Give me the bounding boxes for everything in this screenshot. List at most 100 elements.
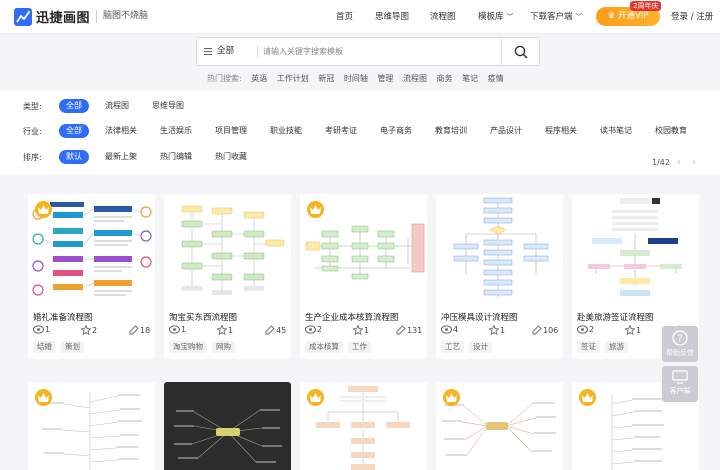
client-download-label: 客户端: [669, 387, 691, 395]
filter-type-flowchart[interactable]: 流程图: [98, 99, 136, 113]
top-header: 迅捷画图 脑图不烧脑 首页 思维导图 流程图 模板库 ﹀ 下载客户端 ﹀ ♛ 开…: [0, 0, 720, 34]
search-button[interactable]: [501, 38, 539, 65]
hot-keyword[interactable]: 英语: [251, 74, 267, 83]
views-stat: 2: [577, 325, 594, 334]
divider: [257, 45, 258, 58]
views-count: 2: [317, 325, 323, 334]
hot-keyword[interactable]: 工作计划: [277, 74, 309, 83]
likes-count: 1: [636, 326, 642, 335]
template-title: 生产企业成本核算流程图: [305, 313, 399, 323]
hot-search-label: 热门搜索:: [207, 74, 242, 83]
next-page-icon[interactable]: ›: [688, 156, 700, 169]
hot-keyword[interactable]: 时间轴: [344, 74, 368, 83]
likes-count: 1: [500, 326, 506, 335]
template-tag[interactable]: 结婚: [33, 341, 56, 353]
filter-type-mindmap[interactable]: 思维导图: [145, 99, 191, 113]
edits-count: 106: [543, 326, 559, 335]
star-icon: [352, 324, 364, 336]
edits-stat: 106: [532, 325, 558, 335]
views-stat: 4: [441, 325, 458, 334]
filter-type-label: 类型:: [23, 101, 42, 111]
hot-keyword[interactable]: 笔记: [462, 74, 478, 83]
filter-industry-ecommerce[interactable]: 电子商务: [373, 124, 419, 138]
filter-industry-law[interactable]: 法律相关: [98, 124, 144, 138]
hot-keyword[interactable]: 新冠: [318, 74, 334, 83]
template-tag[interactable]: 工作: [348, 341, 371, 353]
template-card[interactable]: [164, 382, 291, 470]
nav-download-label: 下载客户端: [530, 12, 573, 22]
brand-slogan: 脑图不烧脑: [96, 10, 148, 23]
filter-industry-all[interactable]: 全部: [59, 124, 89, 138]
filter-industry-pm[interactable]: 项目管理: [208, 124, 254, 138]
help-icon: ?: [672, 330, 688, 346]
template-card[interactable]: [28, 382, 155, 470]
template-card[interactable]: 生产企业成本核算流程图 2 1 131 成本核算 工作: [300, 194, 427, 359]
template-tag[interactable]: 淘宝购物: [169, 341, 207, 353]
template-card[interactable]: [436, 382, 563, 470]
filter-industry-career[interactable]: 职业技能: [263, 124, 309, 138]
template-stats: 2 1 131: [305, 324, 423, 336]
premium-crown-icon: [307, 389, 324, 406]
template-card[interactable]: 婚礼准备流程图 1 2 18 结婚 策划: [28, 194, 155, 359]
sort-default[interactable]: 默认: [59, 150, 89, 164]
template-thumbnail: [572, 194, 699, 306]
sort-hot-edit[interactable]: 热门编辑: [153, 150, 199, 164]
filter-industry-exam[interactable]: 考研考证: [318, 124, 364, 138]
prev-page-icon[interactable]: ‹: [673, 156, 685, 169]
premium-crown-icon: [35, 389, 52, 406]
hot-keyword[interactable]: 管理: [377, 74, 393, 83]
filter-industry-programming[interactable]: 程序相关: [538, 124, 584, 138]
sort-newest[interactable]: 最新上架: [98, 150, 144, 164]
nav-flowchart[interactable]: 流程图: [430, 10, 456, 22]
search-input[interactable]: [263, 42, 501, 61]
sort-hot-fav[interactable]: 热门收藏: [208, 150, 254, 164]
views-stat: 1: [169, 325, 186, 334]
template-tag[interactable]: 签证: [577, 341, 600, 353]
eye-icon: [305, 325, 316, 334]
template-tag[interactable]: 成本核算: [305, 341, 343, 353]
filter-industry-education[interactable]: 教育培训: [428, 124, 474, 138]
filter-industry-life[interactable]: 生活娱乐: [153, 124, 199, 138]
filter-industry-campus[interactable]: 校园教育: [648, 124, 694, 138]
search-category-select[interactable]: 全部: [197, 38, 257, 65]
template-tags: 结婚 策划: [33, 341, 89, 353]
filter-industry-reading[interactable]: 读书笔记: [593, 124, 639, 138]
template-tag[interactable]: 工艺: [441, 341, 464, 353]
hot-keyword[interactable]: 流程图: [403, 74, 427, 83]
template-card[interactable]: [300, 382, 427, 470]
edits-count: 45: [276, 326, 287, 335]
help-feedback-button[interactable]: ? 帮助反馈: [662, 326, 698, 362]
template-tag[interactable]: 策划: [61, 341, 84, 353]
login-register-link[interactable]: 登录 / 注册: [671, 10, 713, 22]
edits-stat: 18: [129, 325, 150, 335]
client-download-button[interactable]: 客户端: [662, 366, 698, 402]
filter-industry-product[interactable]: 产品设计: [483, 124, 529, 138]
logo[interactable]: 迅捷画图: [14, 7, 90, 26]
likes-stat: 1: [624, 324, 642, 336]
eye-icon: [577, 325, 588, 334]
brand-name: 迅捷画图: [36, 11, 91, 26]
filter-sort-label: 排序:: [23, 152, 42, 162]
template-card[interactable]: 淘宝买东西流程图 1 1 45 淘宝购物 网购: [164, 194, 291, 359]
edits-count: 131: [407, 326, 423, 335]
views-count: 1: [45, 325, 51, 334]
nav-home[interactable]: 首页: [336, 10, 353, 22]
template-card[interactable]: 冲压模具设计流程图 4 1 106 工艺 设计: [436, 194, 563, 359]
template-tag[interactable]: 旅游: [605, 341, 628, 353]
star-icon: [488, 324, 500, 336]
nav-templates[interactable]: 模板库 ﹀: [478, 10, 513, 22]
template-title: 冲压模具设计流程图: [441, 313, 518, 323]
nav-download[interactable]: 下载客户端 ﹀: [530, 10, 582, 22]
likes-count: 1: [364, 326, 370, 335]
template-title: 淘宝买东西流程图: [169, 313, 238, 323]
template-tag[interactable]: 网购: [212, 341, 235, 353]
filter-type-all[interactable]: 全部: [59, 99, 89, 113]
hot-keyword[interactable]: 疫情: [488, 74, 504, 83]
template-tag[interactable]: 设计: [469, 341, 492, 353]
search-category-value: 全部: [217, 46, 235, 56]
nav-templates-label: 模板库: [478, 12, 504, 22]
template-tags: 工艺 设计: [441, 341, 497, 353]
hot-keyword[interactable]: 商务: [437, 74, 453, 83]
nav-mindmap[interactable]: 思维导图: [375, 10, 409, 22]
search-icon: [514, 45, 528, 59]
